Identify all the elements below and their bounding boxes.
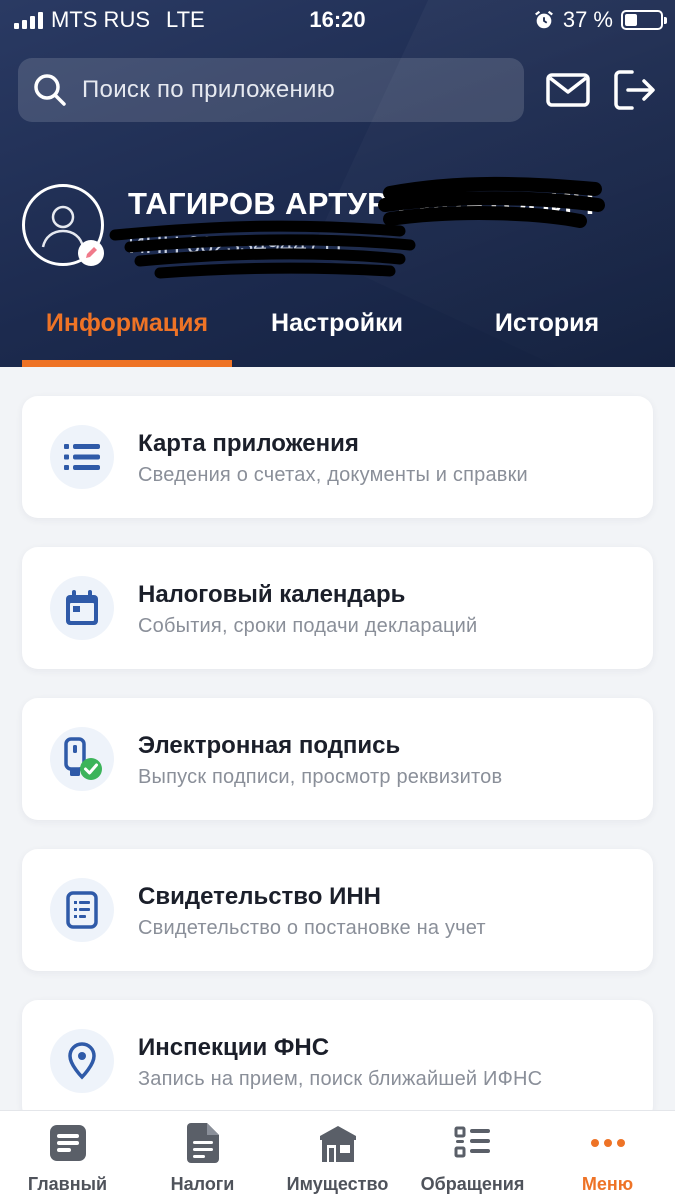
mail-icon [546,73,590,107]
document-icon [66,891,98,929]
profile-header: MTS RUS LTE 16:20 37 % Поиск по приложен… [0,0,675,367]
nav-taxes[interactable]: Налоги [135,1111,270,1200]
card-title: Инспекции ФНС [138,1034,330,1061]
search-placeholder: Поиск по приложению [82,76,336,103]
tab-information-label: Информация [45,309,209,337]
tab-history-label: История [494,309,600,337]
nav-label: Имущество [286,1174,389,1194]
calendar-icon [66,590,98,625]
card-subtitle: Сведения о счетах, документы и справки [138,464,528,486]
card-title: Налоговый календарь [138,581,406,608]
nav-menu[interactable]: Меню [540,1111,675,1200]
nav-label: Налоги [170,1174,235,1194]
card-inn-certificate[interactable]: Свидетельство ИНН Свидетельство о постан… [22,849,653,971]
tab-history[interactable]: История [442,309,652,349]
list-icon [64,444,100,470]
search-icon [34,74,66,106]
token-check-icon [64,737,102,780]
card-app-map[interactable]: Карта приложения Сведения о счетах, доку… [22,396,653,518]
bottom-navigation: Главный Налоги Имущество Обращения Меню [0,1110,675,1200]
nav-requests[interactable]: Обращения [405,1111,540,1200]
logout-icon [614,70,655,110]
home-doc-icon [49,1125,86,1161]
nav-home[interactable]: Главный [0,1111,135,1200]
requests-icon [454,1126,490,1158]
card-fns-inspections[interactable]: Инспекции ФНС Запись на прием, поиск бли… [22,1000,653,1122]
more-dots-icon [590,1139,625,1147]
card-title: Карта приложения [138,430,359,457]
tab-information[interactable]: Информация [22,309,232,349]
alarm-icon [534,10,553,29]
card-subtitle: События, сроки подачи деклараций [138,615,478,637]
nav-label: Обращения [420,1174,525,1194]
redaction-scribble [109,176,605,279]
card-digital-signature[interactable]: Электронная подпись Выпуск подписи, прос… [22,698,653,820]
card-tax-calendar[interactable]: Налоговый календарь События, сроки подач… [22,547,653,669]
search-bar[interactable]: Поиск по приложению [18,58,524,122]
location-pin-icon [68,1042,96,1080]
card-subtitle: Запись на прием, поиск ближайшей ИФНС [138,1068,543,1090]
card-title: Электронная подпись [138,732,401,759]
battery-percent: 37 % [562,7,613,32]
battery-icon [621,10,667,30]
card-title: Свидетельство ИНН [138,883,381,910]
nav-label: Меню [581,1174,634,1194]
active-tab-indicator [22,360,232,367]
card-subtitle: Свидетельство о постановке на учет [138,917,486,939]
status-bar: MTS RUS LTE 16:20 37 % [0,0,675,38]
property-icon [319,1126,356,1162]
card-subtitle: Выпуск подписи, просмотр реквизитов [138,766,503,788]
nav-property[interactable]: Имущество [270,1111,405,1200]
tab-settings-label: Настройки [271,309,403,337]
logout-button[interactable] [606,62,662,118]
nav-label: Главный [27,1174,108,1194]
messages-button[interactable] [540,62,596,118]
pencil-icon [86,247,97,258]
tax-doc-icon [186,1123,219,1163]
tab-settings[interactable]: Настройки [232,309,442,349]
